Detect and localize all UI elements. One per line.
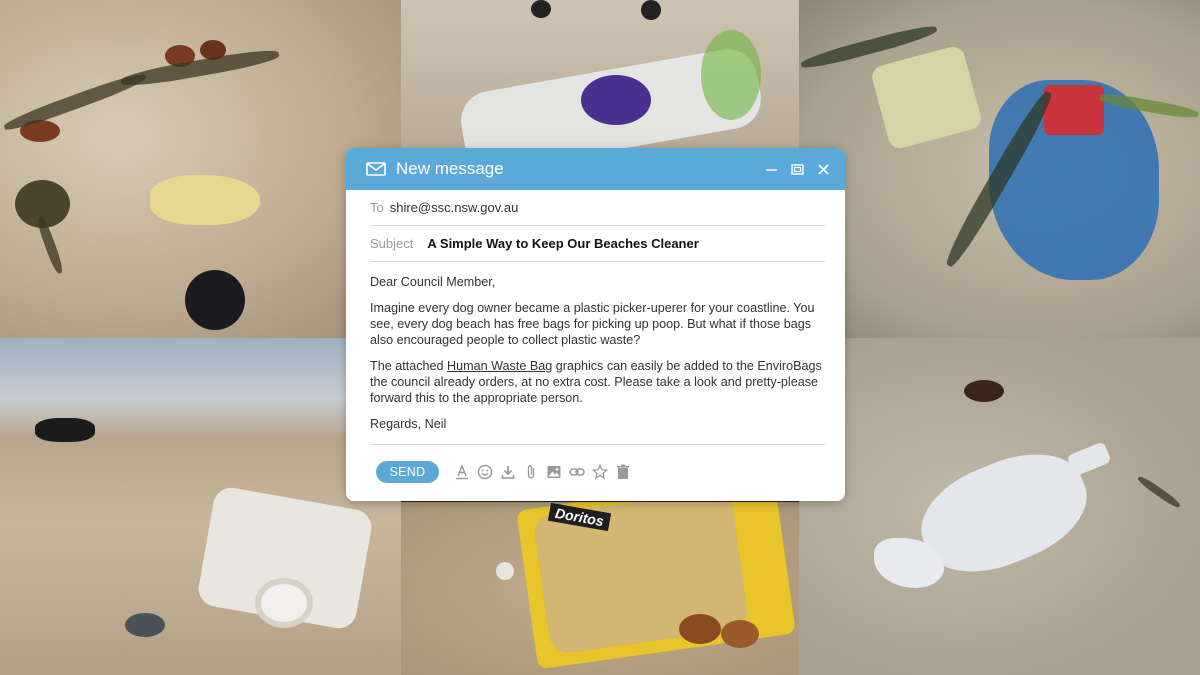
plastic-cup-photo bbox=[401, 0, 799, 148]
human-waste-bag-link[interactable]: Human Waste Bag bbox=[447, 359, 552, 373]
paragraph-1: Imagine every dog owner became a plastic… bbox=[370, 301, 815, 347]
seaweed-and-toy-photo bbox=[0, 0, 401, 338]
link-icon[interactable] bbox=[568, 463, 586, 481]
subject-label: Subject bbox=[370, 236, 414, 251]
emoji-icon[interactable] bbox=[476, 463, 494, 481]
trash-icon[interactable] bbox=[614, 463, 632, 481]
paragraph-2-start: The attached bbox=[370, 359, 448, 373]
to-value[interactable]: shire@ssc.nsw.gov.au bbox=[390, 200, 519, 215]
compose-content: To shire@ssc.nsw.gov.au Subject A Simple… bbox=[346, 190, 845, 483]
subject-field[interactable]: Subject A Simple Way to Keep Our Beaches… bbox=[370, 226, 825, 262]
close-icon[interactable] bbox=[815, 161, 831, 177]
window-titlebar: New message bbox=[346, 148, 845, 190]
subject-value[interactable]: A Simple Way to Keep Our Beaches Cleaner bbox=[427, 236, 698, 251]
compose-toolbar: SEND bbox=[370, 445, 825, 483]
doritos-packet-photo: Doritos bbox=[401, 502, 799, 675]
compose-window: New message To shire@ssc.nsw.gov.au Subj… bbox=[346, 148, 845, 501]
paragraph-2: The attached Human Waste Bag graphics ca… bbox=[370, 358, 825, 406]
flag-plastic-bag-photo bbox=[799, 0, 1200, 338]
fish-sauce-bottle-photo bbox=[799, 338, 1200, 675]
font-color-icon[interactable] bbox=[453, 463, 471, 481]
to-label: To bbox=[370, 200, 384, 215]
image-icon[interactable] bbox=[545, 463, 563, 481]
dog-and-bottle-photo bbox=[0, 338, 401, 675]
window-title: New message bbox=[396, 159, 504, 178]
mail-icon bbox=[366, 162, 386, 176]
minimize-icon[interactable] bbox=[763, 161, 779, 177]
message-body[interactable]: Dear Council Member, Imagine every dog o… bbox=[370, 262, 825, 444]
maximize-icon[interactable] bbox=[789, 161, 805, 177]
to-field[interactable]: To shire@ssc.nsw.gov.au bbox=[370, 190, 825, 226]
download-icon[interactable] bbox=[499, 463, 517, 481]
signoff-text: Regards, Neil bbox=[370, 417, 447, 431]
star-icon[interactable] bbox=[591, 463, 609, 481]
attach-icon[interactable] bbox=[522, 463, 540, 481]
send-button[interactable]: SEND bbox=[376, 461, 439, 483]
greeting-text: Dear Council Member, bbox=[370, 275, 496, 289]
